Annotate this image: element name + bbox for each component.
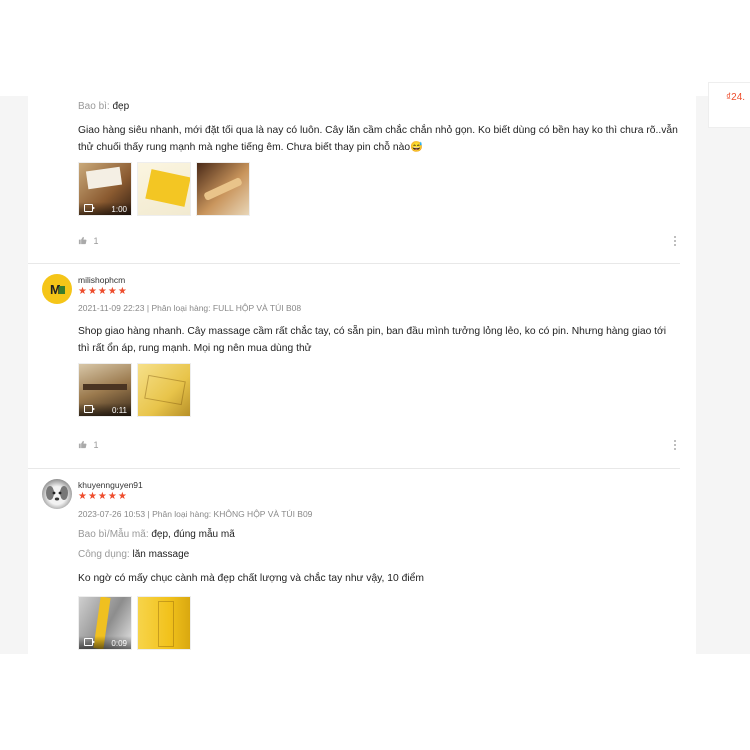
review-comment: Shop giao hàng nhanh. Cây massage cầm rấ… [78, 326, 667, 354]
review-item: M milishophcm ★★★★★ 2021-11-09 22:23 | P… [28, 264, 680, 468]
yellow-box-image [145, 169, 190, 207]
review-item: Bao bì: đẹp Giao hàng siêu nhanh, mới đặ… [28, 96, 680, 264]
yellow-box-image [158, 601, 174, 647]
side-product-card[interactable] [708, 82, 750, 128]
review-video-thumbnail[interactable]: 1:00 [78, 162, 132, 216]
dog-avatar-icon [46, 486, 68, 501]
video-duration: 1:00 [111, 205, 127, 214]
roller-image [83, 384, 127, 390]
attribute-label: Công dụng: [78, 549, 130, 560]
video-icon [84, 638, 95, 646]
review-photo-thumbnail[interactable] [137, 162, 191, 216]
attribute-value: đẹp, đúng mẫu mã [151, 529, 235, 540]
yellow-box-image [144, 374, 186, 406]
shop-logo-icon: M [50, 282, 65, 297]
like-button[interactable]: 1 [78, 236, 99, 246]
video-duration: 0:09 [111, 639, 127, 648]
video-icon [84, 204, 95, 212]
review-meta: 2023-07-26 10:53 | Phân loại hàng: KHÔNG… [78, 509, 313, 519]
video-icon [84, 405, 95, 413]
video-overlay: 0:09 [79, 636, 131, 649]
variation-label: Phân loại hàng: [151, 303, 211, 313]
review-video-thumbnail[interactable]: 0:11 [78, 363, 132, 417]
like-count: 1 [93, 236, 99, 246]
reviews-panel: Bao bì: đẹp Giao hàng siêu nhanh, mới đặ… [28, 96, 696, 654]
thumbs-up-icon [78, 236, 87, 245]
more-options-button[interactable] [674, 236, 677, 248]
more-vertical-icon [674, 236, 676, 238]
review-meta: 2021-11-09 22:23 | Phân loại hàng: FULL … [78, 303, 302, 313]
review-photo-thumbnail[interactable] [196, 162, 250, 216]
review-item: khuyennguyen91 ★★★★★ 2023-07-26 10:53 | … [28, 469, 680, 654]
side-product-price: ₫24. [726, 92, 746, 103]
review-photo-thumbnail[interactable] [137, 596, 191, 650]
more-vertical-icon [674, 440, 676, 442]
attribute-label: Bao bì/Mẫu mã: [78, 529, 149, 540]
reviewer-username: khuyennguyen91 [78, 480, 143, 490]
review-attribute: Bao bì: đẹp [78, 101, 129, 112]
review-photo-thumbnail[interactable] [137, 363, 191, 417]
review-attribute: Bao bì/Mẫu mã: đẹp, đúng mẫu mã [78, 529, 235, 540]
avatar: M [42, 274, 72, 304]
review-attribute: Công dụng: lăn massage [78, 549, 189, 560]
product-box-image [85, 166, 123, 190]
attribute-value: đẹp [112, 101, 130, 112]
thumbs-up-icon [78, 440, 87, 449]
roller-image [203, 176, 243, 202]
rating-stars: ★★★★★ [78, 286, 128, 297]
like-count: 1 [93, 440, 99, 450]
review-video-thumbnail[interactable]: 0:09 [78, 596, 132, 650]
variation-label: Phân loại hàng: [152, 509, 212, 519]
video-duration: 0:11 [112, 406, 127, 415]
reviewer-username: milishophcm [78, 275, 126, 285]
video-overlay: 1:00 [79, 202, 131, 215]
video-overlay: 0:11 [79, 403, 131, 416]
attribute-value: lăn massage [132, 549, 190, 560]
review-date: 2021-11-09 22:23 [78, 303, 145, 313]
review-comment: Ko ngờ có mấy chục cành mà đẹp chất lượn… [78, 573, 424, 584]
more-options-button[interactable] [674, 440, 677, 452]
attribute-label: Bao bì: [78, 101, 110, 112]
variation-value: FULL HỘP VÀ TÚI B08 [212, 303, 302, 313]
like-button[interactable]: 1 [78, 440, 99, 450]
review-date: 2023-07-26 10:53 [78, 509, 146, 519]
review-comment: Giao hàng siêu nhanh, mới đặt tối qua là… [78, 125, 678, 153]
rating-stars: ★★★★★ [78, 491, 128, 502]
avatar [42, 479, 72, 509]
variation-value: KHÔNG HỘP VÀ TÚI B09 [213, 509, 313, 519]
